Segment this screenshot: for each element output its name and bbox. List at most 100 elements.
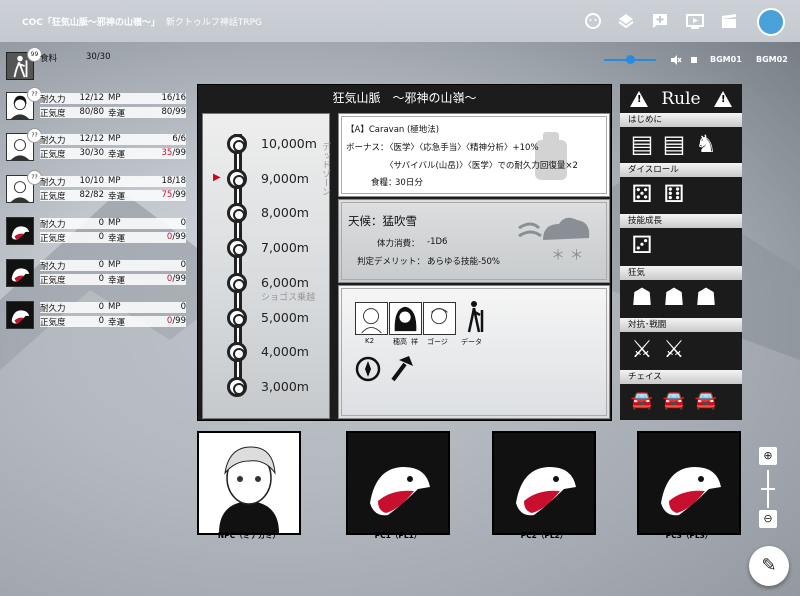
character-row[interactable]: ?? 耐久力 12/12 MP 16/16 正気度 80/80 幸運 80/99	[6, 87, 186, 122]
party-member-name: 穂高	[393, 338, 407, 346]
chat-add-icon[interactable]	[651, 12, 669, 30]
room-title-text: COC「狂気山脈～邪神の山嶺～」	[22, 18, 160, 28]
screen-icon[interactable]	[686, 12, 704, 30]
character-row[interactable]: ?? 耐久力 10/10 MP 18/18 正気度 82/82 幸運 75/99	[6, 170, 186, 205]
hp-label: 耐久力	[40, 262, 66, 272]
stamina-value: -1D6	[427, 237, 448, 247]
san-value: 82/82	[79, 190, 105, 200]
altitude-label: 8,000m	[261, 205, 309, 221]
pc2-card[interactable]	[492, 431, 596, 535]
dice-icon[interactable]: ⚅	[660, 179, 688, 209]
room-title[interactable]: COC「狂気山脈～邪神の山嶺～」 新クトゥルフ神話TRPG	[22, 15, 262, 28]
caravan-panel: 【A】Caravan (極地法) ボーナス： 〈医学〉〈応急手当〉〈精神分析〉+…	[338, 113, 610, 197]
clapper-icon[interactable]	[720, 12, 738, 30]
hotaka-portrait[interactable]	[389, 302, 422, 335]
party-member-name: 祥	[411, 338, 418, 346]
hp-value: 12/12	[79, 93, 105, 103]
san-value: 0	[98, 274, 104, 284]
luck-value-current: 35	[161, 148, 173, 158]
altitude-label: 4,000m	[261, 344, 309, 360]
rule-section-intro[interactable]: はじめに	[620, 113, 742, 127]
character-row[interactable]: 耐久力 0 MP 0 正気度 0 幸運 0/99	[6, 301, 186, 331]
k2-portrait[interactable]	[355, 302, 388, 335]
layers-icon[interactable]	[617, 12, 635, 30]
altitude-node	[227, 134, 247, 154]
rule-section-madness[interactable]: 狂気	[620, 266, 742, 280]
mp-label: MP	[108, 93, 121, 103]
rule-section-chase[interactable]: チェイス	[620, 370, 742, 384]
pc1-card[interactable]	[346, 431, 450, 535]
san-label: 正気度	[40, 276, 66, 286]
madness-icon[interactable]: ☗	[692, 282, 720, 312]
backpack-icon	[535, 132, 567, 180]
npc-card[interactable]	[197, 431, 301, 535]
character-row[interactable]: 耐久力 0 MP 0 正気度 0 幸運 0/99	[6, 259, 186, 289]
luck-value: /99	[172, 190, 186, 200]
rule-section-dice[interactable]: ダイスロール	[620, 163, 742, 177]
bird-icon[interactable]: ♞	[692, 129, 720, 159]
audio-controls: BGM01 BGM02	[590, 50, 795, 70]
swords-icon[interactable]: ⚔	[660, 334, 688, 364]
character-portrait	[6, 217, 34, 245]
car-icon[interactable]: 🚘	[628, 386, 656, 416]
mp-label: MP	[108, 134, 121, 144]
luck-value: /99	[172, 316, 186, 326]
madness-icon[interactable]: ☗	[660, 282, 688, 312]
document-icon[interactable]: ▤	[660, 129, 688, 159]
altitude-node	[227, 238, 247, 259]
bgm01-button[interactable]: BGM01	[710, 55, 742, 64]
hp-label: 耐久力	[40, 178, 66, 188]
zoom-out-button[interactable]: ⊖	[759, 510, 777, 528]
food-status[interactable]: 99 食料 30/30	[6, 47, 186, 80]
character-stats-row-2: 正気度 30/30 幸運 35/99	[40, 148, 186, 160]
sho-portrait[interactable]	[423, 302, 456, 335]
hp-label: 耐久力	[40, 136, 66, 146]
san-label: 正気度	[40, 150, 66, 160]
dice-growth-icon[interactable]: ⚂	[628, 230, 656, 260]
svg-text:＊ ＊: ＊ ＊	[551, 248, 583, 264]
stop-icon[interactable]	[691, 57, 697, 63]
food-value: 30/30	[86, 52, 111, 62]
hp-value: 0	[98, 260, 104, 270]
character-stats-row-1: 耐久力 0 MP 0	[40, 302, 186, 314]
character-stats-row-2: 正気度 80/80 幸運 80/99	[40, 107, 186, 119]
car-icon[interactable]: 🚘	[660, 386, 688, 416]
caravan-bonus-1: 〈医学〉〈応急手当〉〈精神分析〉+10%	[385, 143, 539, 153]
user-avatar[interactable]	[757, 8, 785, 36]
pc2-card-label: PC2（PL2）	[520, 531, 568, 540]
character-row[interactable]: ?? 耐久力 12/12 MP 6/6 正気度 30/30 幸運 35/99	[6, 128, 186, 163]
caravan-bonus-2: 〈サバイバル(山岳)〉〈医学〉での耐久力回復量×2	[385, 161, 578, 171]
character-stats-row-2: 正気度 0 幸運 0/99	[40, 232, 186, 244]
luck-label: 幸運	[108, 150, 126, 160]
luck-label: 幸運	[108, 109, 126, 119]
face-icon[interactable]	[584, 12, 602, 30]
swords-icon[interactable]: ⚔	[628, 334, 656, 364]
pc3-card-label: PC3（PL3）	[665, 531, 713, 540]
pc3-card[interactable]	[637, 431, 741, 535]
zoom-in-button[interactable]: ⊕	[759, 447, 777, 465]
san-label: 正気度	[40, 192, 66, 202]
hp-value: 12/12	[79, 134, 105, 144]
car-icon[interactable]: 🚘	[692, 386, 720, 416]
party-member-name: ゴージ	[427, 338, 448, 346]
bgm02-button[interactable]: BGM02	[756, 55, 788, 64]
madness-icon[interactable]: ☗	[628, 282, 656, 312]
glacier-zone-label: ショゴス乗越	[261, 293, 316, 303]
hammer-icon	[391, 356, 413, 382]
edit-button[interactable]: ✎	[749, 546, 789, 586]
altitude-node	[227, 168, 247, 189]
rule-section-growth[interactable]: 技能成長	[620, 214, 742, 228]
rule-section-combat[interactable]: 対抗･戦闘	[620, 318, 742, 332]
zoom-slider-knob[interactable]	[761, 488, 775, 490]
character-row[interactable]: 耐久力 0 MP 0 正気度 0 幸運 0/99	[6, 217, 186, 247]
document-icon[interactable]: ▤	[628, 129, 656, 159]
mp-value: 6/6	[172, 134, 186, 144]
climber-icon	[467, 301, 484, 333]
blizzard-icon: ＊ ＊	[518, 217, 590, 264]
character-stats-row-1: 耐久力 0 MP 0	[40, 260, 186, 272]
mute-icon[interactable]	[670, 54, 682, 66]
dice-icon[interactable]: ⚄	[628, 179, 656, 209]
volume-slider-knob[interactable]	[626, 55, 635, 64]
mp-value: 0	[180, 260, 186, 270]
board-title: 狂気山脈 ～邪神の山嶺～	[332, 91, 477, 105]
